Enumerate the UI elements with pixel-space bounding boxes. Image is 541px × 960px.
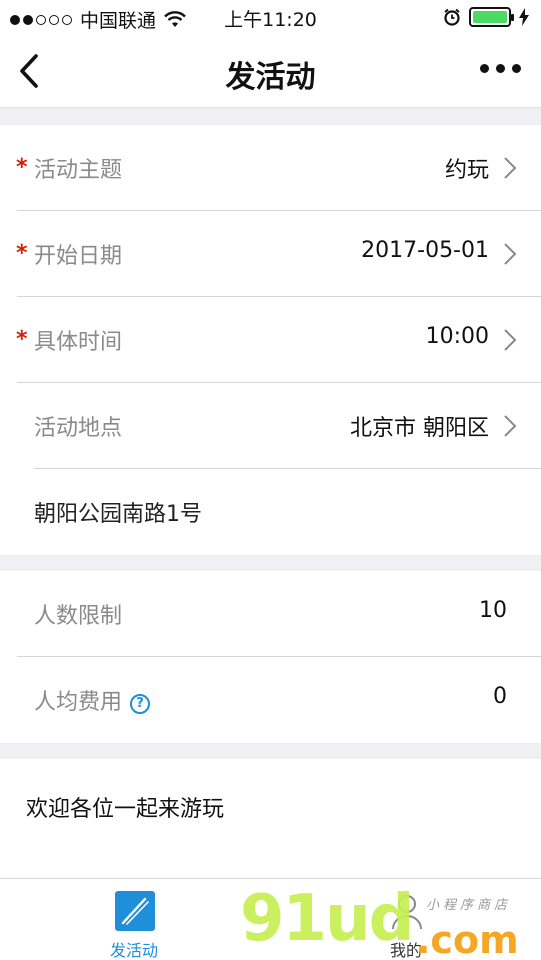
page-title: 发活动 <box>225 60 316 95</box>
time-value: 10:00 <box>425 324 489 349</box>
chevron-right-icon <box>504 243 517 265</box>
limit-value[interactable]: 10 <box>479 598 507 623</box>
battery-icon <box>469 7 514 27</box>
fee-label: 人均费用? <box>34 684 151 716</box>
limits-group: 人数限制 10 人均费用? 0 <box>0 571 541 743</box>
required-mark: * <box>16 327 28 352</box>
required-mark: * <box>16 241 28 266</box>
time-label: 具体时间 <box>34 330 123 355</box>
start-date-row[interactable]: * 开始日期 2017-05-01 <box>0 211 541 297</box>
watermark-com-text: .com <box>416 918 519 960</box>
more-dots-icon[interactable] <box>480 64 521 73</box>
status-right <box>443 7 529 27</box>
chevron-right-icon <box>504 415 517 437</box>
fee-row[interactable]: 人均费用? 0 <box>0 657 541 743</box>
watermark-small-text: 小程序商店 <box>426 898 512 913</box>
location-label: 活动地点 <box>34 416 123 441</box>
pen-icon <box>115 891 155 931</box>
description-textarea[interactable]: 欢迎各位一起来游玩 <box>26 791 224 823</box>
topic-row[interactable]: * 活动主题 约玩 <box>0 125 541 211</box>
watermark-logo: 91ud .com 小程序商店 <box>240 882 540 960</box>
tab-publish-activity[interactable]: 发活动 <box>74 879 194 960</box>
status-bar: 中国联通 上午11:20 <box>0 0 541 34</box>
topic-value: 约玩 <box>444 158 489 183</box>
required-mark: * <box>16 155 28 180</box>
fee-value[interactable]: 0 <box>493 684 507 709</box>
navigation-bar: 发活动 <box>0 34 541 108</box>
topic-label: 活动主题 <box>34 158 123 183</box>
alarm-clock-icon <box>444 8 460 26</box>
chevron-right-icon <box>504 157 517 179</box>
watermark-big-text: 91ud <box>240 882 414 956</box>
address-input[interactable]: 朝阳公园南路1号 <box>34 496 202 528</box>
start-date-value: 2017-05-01 <box>361 238 489 263</box>
time-row[interactable]: * 具体时间 10:00 <box>0 297 541 383</box>
fee-label-text: 人均费用 <box>34 690 123 715</box>
limit-row[interactable]: 人数限制 10 <box>0 571 541 657</box>
activity-info-group: * 活动主题 约玩 * 开始日期 2017-05-01 * 具体时间 10:00… <box>0 125 541 555</box>
description-group: 欢迎各位一起来游玩 <box>0 759 541 878</box>
question-mark-icon[interactable]: ? <box>130 694 151 714</box>
tab-label: 发活动 <box>109 941 158 960</box>
location-value: 北京市 朝阳区 <box>350 416 489 441</box>
limit-label: 人数限制 <box>34 604 123 629</box>
address-row[interactable]: 朝阳公园南路1号 <box>0 469 541 555</box>
start-date-label: 开始日期 <box>34 244 123 269</box>
chevron-right-icon <box>504 329 517 351</box>
lightning-icon <box>519 8 529 26</box>
location-row[interactable]: 活动地点 北京市 朝阳区 <box>0 383 541 469</box>
